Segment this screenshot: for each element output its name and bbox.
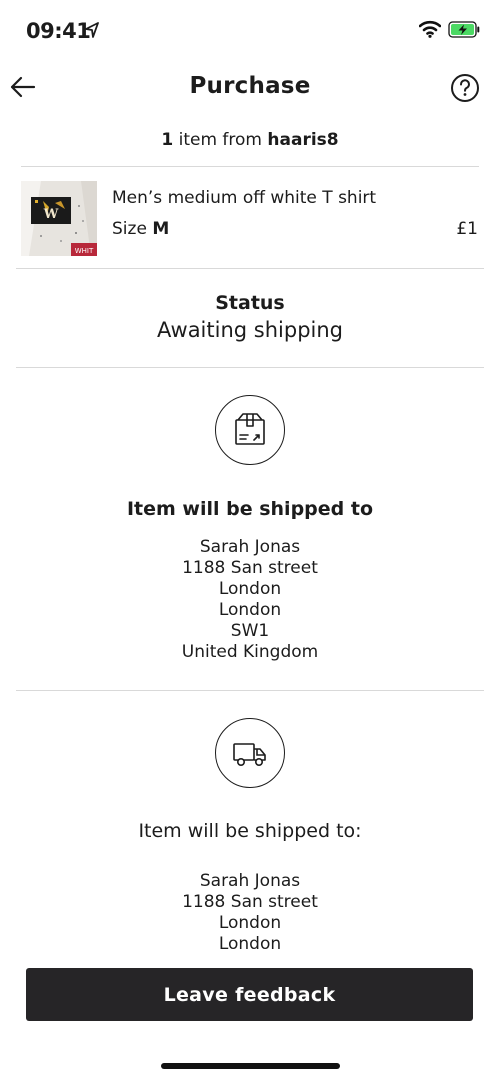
status-label: Status xyxy=(215,292,285,314)
address-line: 1188 San street xyxy=(182,892,318,912)
battery-charging-icon xyxy=(448,21,480,38)
item-price: £1 xyxy=(456,219,478,239)
item-name: Men’s medium off white T shirt xyxy=(112,188,377,208)
address-line: United Kingdom xyxy=(181,642,319,662)
item-count: 1 xyxy=(161,130,174,150)
address-line: London xyxy=(218,579,282,599)
item-size-label: Size xyxy=(112,219,153,239)
svg-text:WHIT: WHIT xyxy=(75,247,94,255)
status-bar: 09:41 xyxy=(0,0,500,60)
item-size-value: M xyxy=(152,219,170,239)
divider xyxy=(21,166,479,167)
location-arrow-icon xyxy=(85,22,99,38)
seller-summary: 1 item from haaris8 xyxy=(0,130,500,150)
item-size: Size M xyxy=(112,219,169,239)
wifi-icon xyxy=(419,20,441,38)
address-line: Sarah Jonas xyxy=(199,871,301,891)
delivery-truck-icon xyxy=(215,718,285,788)
shipping-heading: Item will be shipped to xyxy=(126,498,374,520)
divider xyxy=(16,690,484,691)
address-line: Sarah Jonas xyxy=(199,537,301,557)
address-line: London xyxy=(218,913,282,933)
package-icon xyxy=(215,395,285,465)
page-title: Purchase xyxy=(189,73,311,99)
seller-summary-text: item from xyxy=(173,130,268,150)
address-line: London xyxy=(218,600,282,620)
shipping-address: Sarah Jonas 1188 San street London Londo… xyxy=(0,537,500,663)
shipping-heading: Item will be shipped to: xyxy=(138,820,362,842)
status-value: Awaiting shipping xyxy=(157,318,343,342)
shipping-address: Sarah Jonas 1188 San street London Londo… xyxy=(0,871,500,955)
home-indicator[interactable] xyxy=(161,1063,340,1069)
address-line: 1188 San street xyxy=(182,558,318,578)
address-line: London xyxy=(218,934,282,954)
tshirt-photo-image: W WHIT xyxy=(21,181,97,256)
leave-feedback-button[interactable]: Leave feedback xyxy=(26,968,473,1021)
divider xyxy=(16,367,484,368)
seller-username[interactable]: haaris8 xyxy=(267,130,338,150)
address-line: SW1 xyxy=(230,621,270,641)
nav-header: Purchase xyxy=(0,60,500,116)
status-time: 09:41 xyxy=(26,19,91,43)
item-thumbnail[interactable]: W WHIT xyxy=(21,181,97,256)
divider xyxy=(16,268,484,269)
svg-text:W: W xyxy=(43,207,59,222)
question-circle-icon[interactable] xyxy=(450,73,480,103)
